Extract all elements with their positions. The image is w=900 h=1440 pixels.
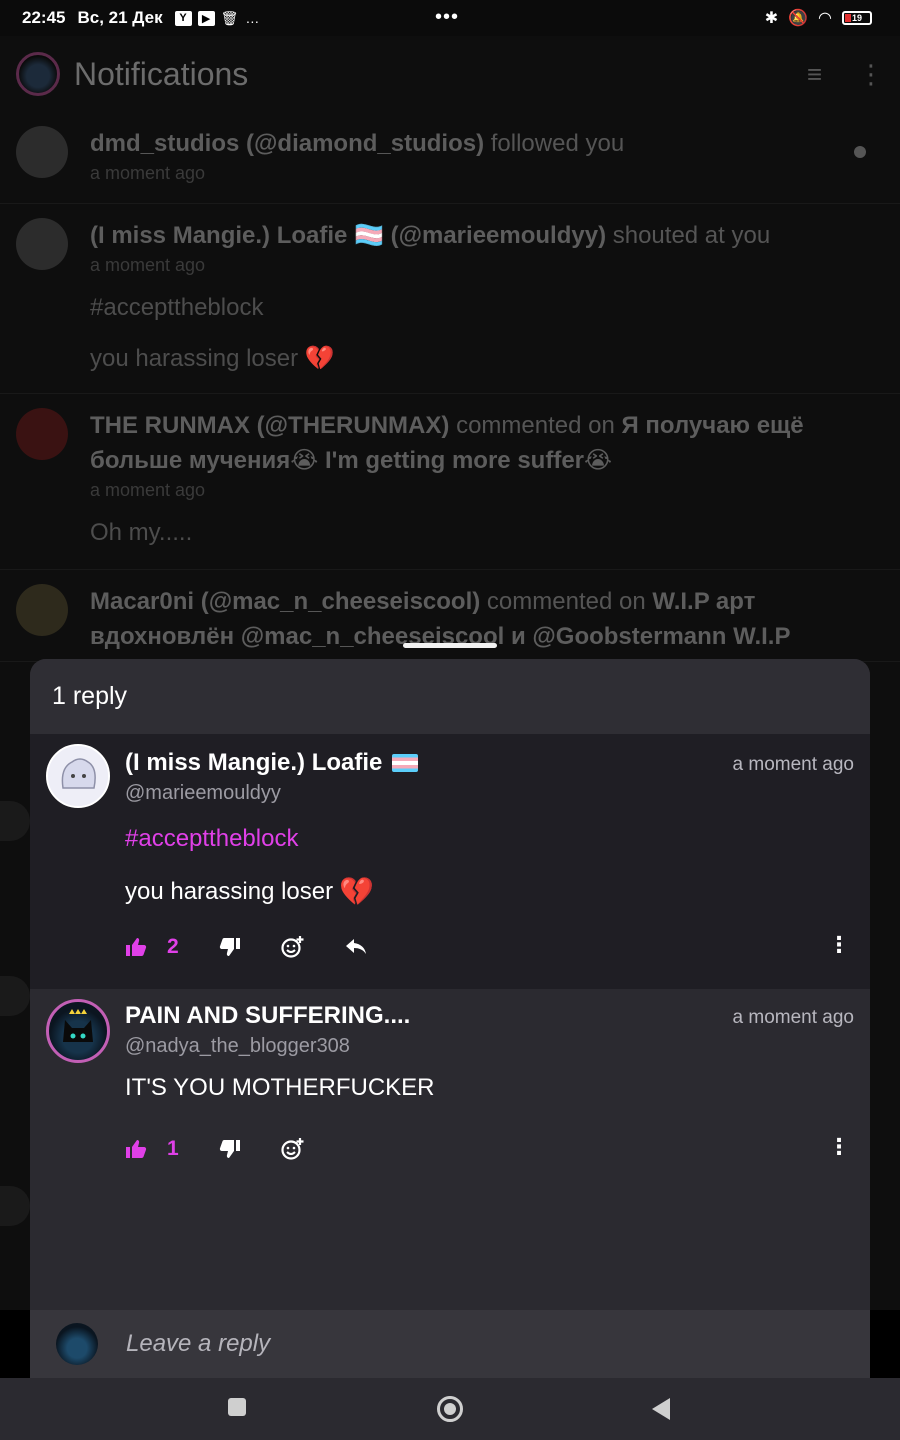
reply-input[interactable]: Leave a reply [126,1330,270,1358]
reply-avatar[interactable] [46,744,110,808]
cat-avatar-drawing [63,1009,93,1042]
reply-item: (I miss Mangie.) Loafie @marieemouldyy a… [30,734,870,989]
thumb-up-icon[interactable] [125,937,147,957]
notification-actor: Macar0ni (@mac_n_cheeseiscool) [90,588,481,615]
notification-tag: #accepttheblock [90,294,264,321]
trans-flag-icon [392,754,419,772]
notification-avatar [16,126,68,178]
more-vertical-icon[interactable]: ⋮ [828,1134,850,1160]
notification-item[interactable]: THE RUNMAX (@THERUNMAX) commented on Я п… [0,394,900,570]
hidden-avatar-stub [0,1186,30,1226]
reply-hashtag[interactable]: #accepttheblock [125,825,854,853]
thumb-down-icon[interactable] [219,937,241,957]
notification-actor: dmd_studios (@diamond_studios) [90,130,485,157]
add-reaction-icon[interactable] [281,1137,305,1161]
sheet-title: 1 reply [30,659,870,734]
like-count: 1 [167,1137,179,1160]
side-shadow [0,1310,30,1378]
notification-actor: THE RUNMAX (@THERUNMAX) [90,412,450,439]
notification-item[interactable]: (I miss Mangie.) Loafie 🏳️‍⚧️ (@marieemo… [0,204,900,394]
trash-notification-icon: 🗑 [220,9,239,26]
reply-actions: 2 [125,932,407,962]
status-center-dots: ••• [435,6,460,28]
page-title: Notifications [74,55,249,92]
status-time: 22:45 [22,8,66,27]
reply-composer[interactable]: Leave a reply [30,1310,870,1378]
like-count: 2 [167,935,179,958]
battery-icon: 19 [842,11,872,25]
more-vertical-icon[interactable]: ⋮ [828,932,850,958]
add-reaction-icon[interactable] [281,935,305,959]
yandex-notification-icon: Y [174,10,192,26]
notification-body: Oh my..... [90,519,193,546]
notification-avatar [16,584,68,636]
reply-text: IT'S YOU MOTHERFUCKER [125,1074,435,1101]
notification-item[interactable]: Macar0ni (@mac_n_cheeseiscool) commented… [0,570,900,662]
notification-time: a moment ago [90,163,206,183]
composer-avatar [56,1323,98,1365]
reply-icon[interactable] [345,938,367,956]
notification-action: shouted at you [612,222,771,249]
reply-author-handle[interactable]: @nadya_the_blogger308 [125,1035,854,1058]
wifi-icon: ◠ [818,10,832,27]
system-nav-bar [0,1378,900,1440]
notification-body: you harassing loser 💔 [90,345,335,372]
hidden-avatar-stub [0,801,30,841]
more-notifications-icon: … [245,10,260,26]
recents-button[interactable] [228,1398,246,1416]
reply-actions: 1 [125,1134,345,1164]
notification-avatar [16,408,68,460]
thumb-up-icon[interactable] [125,1139,147,1159]
more-vertical-icon[interactable]: ⋮ [858,59,884,90]
back-button[interactable] [652,1398,670,1420]
thumb-down-icon[interactable] [219,1139,241,1159]
bluetooth-icon: ✱ [764,10,779,27]
notification-action: followed you [490,130,625,157]
unread-indicator [854,146,866,158]
notification-time: a moment ago [90,480,206,500]
notification-item[interactable]: dmd_studios (@diamond_studios) followed … [0,112,900,204]
profile-avatar[interactable] [16,52,60,96]
reply-text: you harassing loser [125,877,334,905]
reply-timestamp: a moment ago [732,754,854,775]
notification-action: commented on [486,588,646,615]
hidden-avatar-stub [0,976,30,1016]
notification-avatar [16,218,68,270]
status-bar: 22:45 Вс, 21 Дек Y ▶ 🗑 … ••• ✱ 🔕 ◠ 19 [0,0,900,36]
muted-bell-icon: 🔕 [788,10,809,27]
sheet-drag-handle[interactable] [403,643,497,648]
loafie-avatar-drawing [48,746,108,806]
app-header: Notifications ≡ ⋮ [0,36,900,112]
side-shadow [870,1310,900,1378]
reply-item: PAIN AND SUFFERING.... @nadya_the_blogge… [30,989,870,1311]
reply-timestamp: a moment ago [732,1007,854,1028]
reply-author-name[interactable]: (I miss Mangie.) Loafie [125,748,382,778]
youtube-notification-icon: ▶ [197,10,215,26]
filter-icon[interactable]: ≡ [807,59,822,90]
replies-sheet: 1 reply (I miss Mangie.) Loafie @marieem… [30,659,870,1440]
home-button[interactable] [437,1396,463,1422]
reply-avatar[interactable] [46,999,110,1063]
status-date: Вс, 21 Дек [77,8,163,27]
notification-actor: (I miss Mangie.) Loafie 🏳️‍⚧️ (@marieemo… [90,222,607,249]
notification-time: a moment ago [90,255,206,275]
broken-heart-emoji: 💔 [339,876,374,907]
notification-action: commented on [456,412,615,439]
reply-author-handle[interactable]: @marieemouldyy [125,782,854,805]
